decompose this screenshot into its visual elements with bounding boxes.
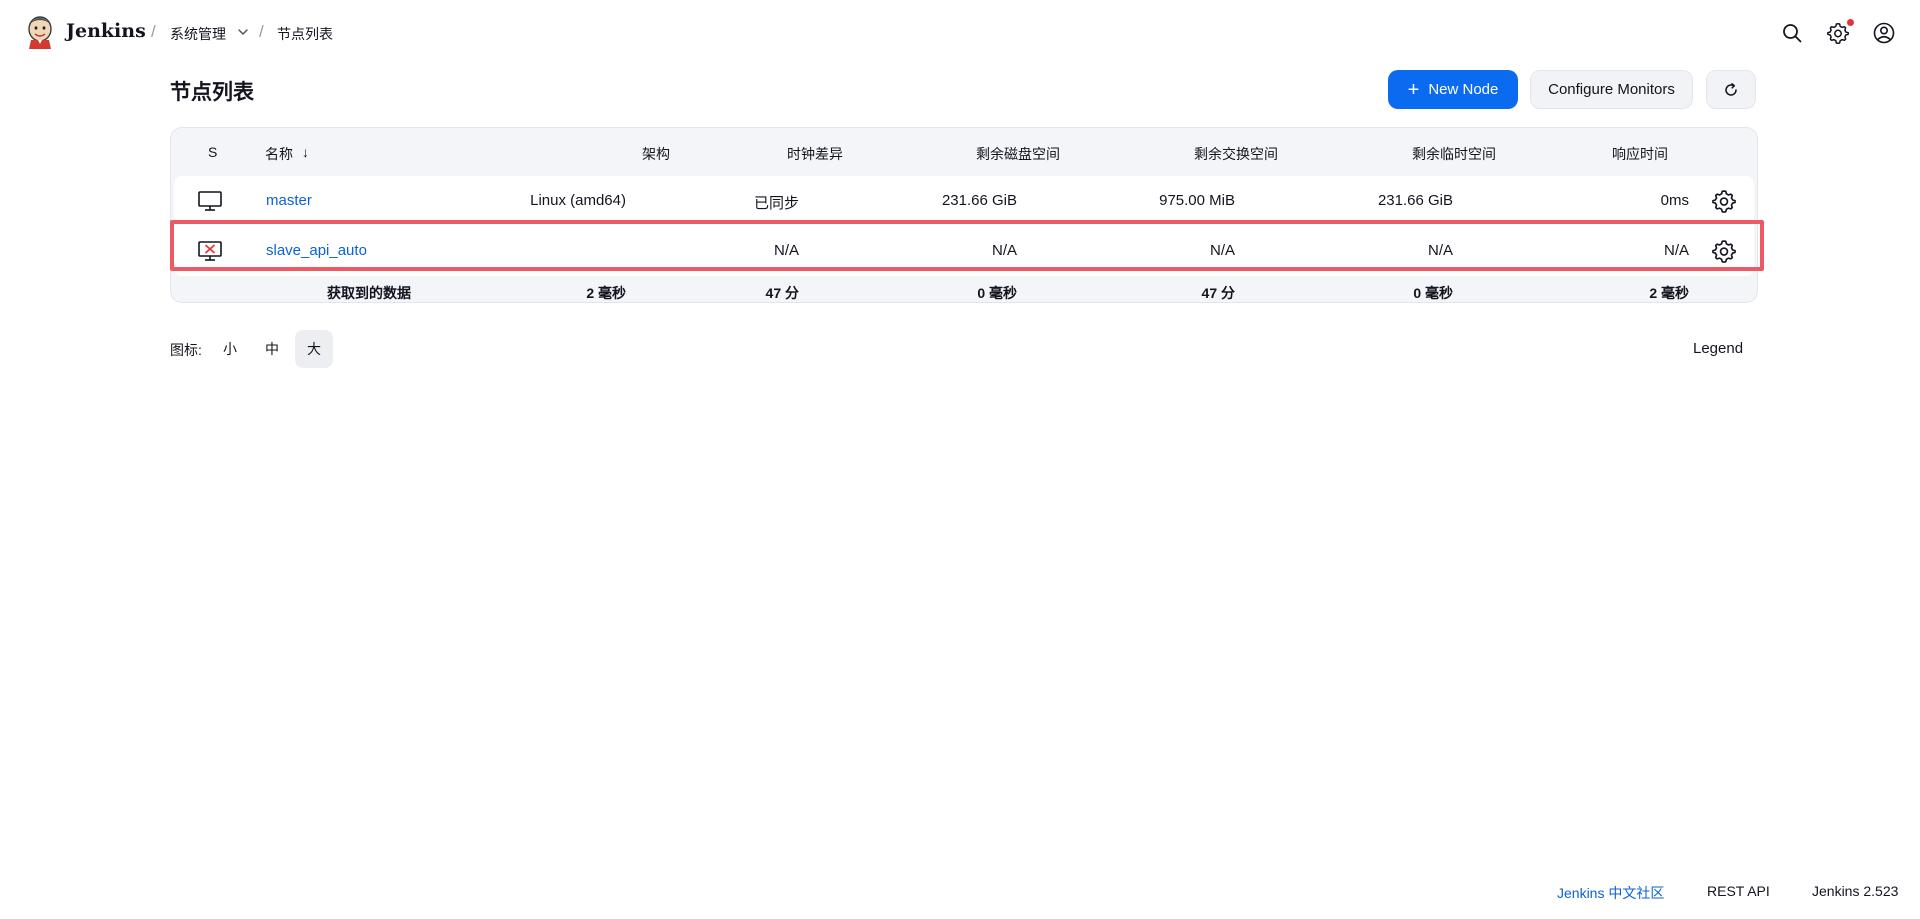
refresh-button[interactable]: [1706, 70, 1756, 109]
table-row: slave_api_auto N/A N/A N/A N/A N/A: [174, 226, 1754, 276]
sort-arrow-icon[interactable]: ↓: [302, 144, 309, 160]
breadcrumb-separator: /: [151, 22, 156, 41]
node-arch: Linux (amd64): [530, 192, 626, 209]
footer-response: 2 毫秒: [1649, 285, 1689, 301]
table-footer: 获取到的数据 2 毫秒 47 分 0 毫秒 47 分 0 毫秒 2 毫秒: [171, 276, 1757, 304]
node-clock: 已同步: [753, 195, 799, 212]
node-temp: N/A: [1427, 242, 1453, 259]
node-name-link[interactable]: slave_api_auto: [266, 242, 367, 259]
search-icon[interactable]: [1780, 21, 1804, 45]
breadcrumb-manage[interactable]: 系统管理: [170, 24, 226, 44]
node-swap: N/A: [1209, 242, 1235, 259]
refresh-icon: [1725, 82, 1737, 96]
node-settings-icon[interactable]: [1711, 188, 1737, 214]
legend-link[interactable]: Legend: [1693, 340, 1743, 357]
footer-clock: 47 分: [765, 285, 799, 301]
header-temp[interactable]: 剩余临时空间: [1412, 144, 1496, 164]
node-response: N/A: [1663, 242, 1689, 259]
node-settings-icon[interactable]: [1711, 238, 1737, 264]
icon-size-label: 图标:: [170, 342, 202, 358]
header-name[interactable]: 名称: [265, 144, 293, 164]
page-title: 节点列表: [170, 81, 254, 104]
top-header: Jenkins / 系统管理 / 节点列表: [0, 0, 1920, 66]
node-name-link[interactable]: master: [266, 192, 312, 209]
new-node-button[interactable]: + New Node: [1388, 70, 1518, 109]
node-response: 0ms: [1660, 192, 1689, 209]
community-link[interactable]: Jenkins 中文社区: [1557, 883, 1664, 903]
breadcrumb-separator: /: [259, 22, 264, 41]
chevron-down-icon[interactable]: [236, 25, 250, 39]
configure-monitors-button[interactable]: Configure Monitors: [1530, 70, 1693, 109]
new-node-label: New Node: [1428, 81, 1499, 98]
node-clock: N/A: [773, 242, 799, 259]
footer-label: 获取到的数据: [327, 285, 411, 301]
user-icon[interactable]: [1872, 21, 1896, 45]
breadcrumb-nodes[interactable]: 节点列表: [277, 24, 333, 44]
notification-dot: [1847, 19, 1854, 26]
plus-icon: +: [1407, 78, 1420, 101]
footer-disk: 0 毫秒: [977, 285, 1017, 301]
icon-size-medium[interactable]: 中: [253, 330, 291, 368]
node-disk: N/A: [991, 242, 1017, 259]
footer-arch: 2 毫秒: [586, 285, 626, 301]
computer-icon: [198, 191, 222, 211]
node-disk: 231.66 GiB: [941, 192, 1017, 209]
header-clock[interactable]: 时钟差异: [787, 144, 843, 164]
rest-api-link[interactable]: REST API: [1707, 883, 1770, 899]
footer-swap: 47 分: [1201, 285, 1235, 301]
header-status[interactable]: S: [208, 144, 217, 160]
header-response[interactable]: 响应时间: [1612, 144, 1668, 164]
table-row: master Linux (amd64) 已同步 231.66 GiB 975.…: [174, 176, 1754, 226]
computer-offline-icon: [198, 241, 222, 261]
icon-size-large[interactable]: 大: [295, 330, 333, 368]
footer-temp: 0 毫秒: [1413, 285, 1453, 301]
jenkins-logo[interactable]: [24, 14, 56, 50]
brand-name[interactable]: Jenkins: [66, 20, 146, 42]
icon-size-small[interactable]: 小: [211, 330, 249, 368]
version-link[interactable]: Jenkins 2.523: [1812, 883, 1898, 899]
node-swap: 975.00 MiB: [1159, 192, 1235, 209]
node-temp: 231.66 GiB: [1377, 192, 1453, 209]
table-header: S 名称 ↓ 架构 时钟差异 剩余磁盘空间 剩余交换空间 剩余临时空间 响应时间: [171, 128, 1757, 175]
nodes-table: S 名称 ↓ 架构 时钟差异 剩余磁盘空间 剩余交换空间 剩余临时空间 响应时间…: [170, 127, 1758, 303]
header-swap[interactable]: 剩余交换空间: [1194, 144, 1278, 164]
header-arch[interactable]: 架构: [642, 144, 670, 164]
settings-icon[interactable]: [1826, 21, 1850, 45]
header-disk[interactable]: 剩余磁盘空间: [976, 144, 1060, 164]
configure-monitors-label: Configure Monitors: [1548, 81, 1675, 98]
